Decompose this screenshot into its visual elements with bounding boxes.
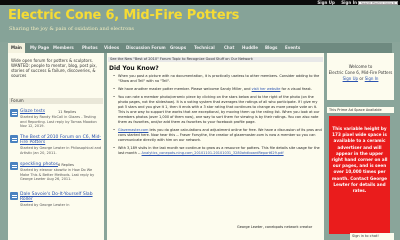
tip-item: With 3,189 visits in the last month we c…: [113, 146, 323, 156]
discussion-icon: [10, 192, 18, 200]
forum-item-replies: 11 Replies: [58, 109, 77, 114]
signature: George Lewter, conebpots network creator: [237, 225, 313, 229]
forum-item[interactable]: speckling photos 6 Replies Started by el…: [10, 162, 102, 187]
welcome-box: Welcome to Electric Cone 6, Mid-Fire Pot…: [327, 53, 394, 100]
forum-item[interactable]: Dale Savoie's Do-It-Yourself Slab Roller…: [10, 192, 102, 217]
tip-item: Glazemaster.com lets you do glaze calcul…: [113, 128, 323, 143]
tip-item: When you post a picture with no document…: [113, 74, 323, 84]
tip-link[interactable]: Analytics_conepots.ning.com_20101101-201…: [142, 151, 284, 155]
welcome-actions: Sign Up or Sign In: [327, 76, 394, 82]
chat-sign-in[interactable]: Sign in to chat!: [350, 233, 394, 240]
sidebar-intro: Wide open forum for potters & sculptors.…: [11, 58, 97, 78]
welcome-or: or: [359, 76, 364, 81]
forum-item[interactable]: Glaze tests 11 Replies Started by Randy …: [10, 109, 102, 134]
tip-text: lets you do glaze calculations and adjus…: [148, 128, 278, 132]
forum-item-title[interactable]: Glaze tests: [20, 109, 45, 114]
left-sidebar: Wide open forum for potters & sculptors.…: [8, 53, 104, 240]
welcome-sign-up-link[interactable]: Sign Up: [343, 76, 358, 81]
tab-blogs[interactable]: Blogs: [265, 45, 277, 51]
forum-item-replies: 6 Replies: [58, 162, 74, 167]
tab-events[interactable]: Events: [285, 45, 300, 51]
forum-item-title[interactable]: speckling photos: [20, 162, 58, 167]
did-you-know-heading: Did You Know?: [109, 65, 159, 72]
discussion-icon: [10, 135, 18, 143]
tip-text: When you post a picture with no document…: [118, 74, 320, 83]
main-nav: Main My Page Members Photos Videos Discu…: [8, 43, 392, 53]
forum-item-byline: Started by George Lewter in Philosophica…: [20, 146, 102, 155]
forum-item[interactable]: The Best of 2010 Forum on C6, Mid-Fire P…: [10, 135, 102, 160]
tab-videos[interactable]: Videos: [104, 45, 119, 51]
forum-item-title[interactable]: Dale Savoie's Do-It-Yourself Slab Roller: [20, 192, 102, 202]
tab-chat[interactable]: Chat: [224, 45, 234, 51]
ad-space-box[interactable]: This variable height by 173 pixel wide s…: [329, 116, 390, 234]
forum-heading: Forum: [9, 98, 103, 104]
discussion-icon: [10, 109, 18, 117]
tip-text-after: for a visual feast.: [280, 87, 312, 91]
tab-main[interactable]: Main: [8, 43, 25, 53]
welcome-sign-in-link[interactable]: Sign In: [365, 76, 379, 81]
search-input[interactable]: Search Electric Cone 6: [358, 0, 398, 5]
discussion-icon: [10, 162, 18, 170]
tab-my-page[interactable]: My Page: [30, 45, 49, 51]
announcement-banner[interactable]: See the New "Best of 2010" Forum Topic t…: [108, 57, 323, 62]
site-tagline: Sharing the joy & pain of oxidation and …: [9, 26, 135, 32]
ad-space-label: This Prime Ad Space Available: [327, 107, 394, 113]
forum-item-byline: Started by George Lewter in: [20, 203, 70, 207]
tip-link[interactable]: visit her website: [252, 87, 281, 91]
tab-technical[interactable]: Technical: [194, 45, 215, 51]
site-title[interactable]: Electric Cone 6, Mid-Fire Potters: [8, 8, 239, 23]
main-content: See the New "Best of 2010" Forum Topic t…: [107, 53, 324, 240]
forum-item-byline: Started by eleanor skowitz in How Do We …: [20, 168, 95, 181]
tip-text: You can rate a member photo/ceramic piec…: [118, 95, 320, 124]
tip-item: You can rate a member photo/ceramic piec…: [113, 95, 323, 125]
forum-item-title[interactable]: The Best of 2010 Forum on C6, Mid-Fire P…: [20, 135, 102, 145]
tab-discussion-forum[interactable]: Discussion Forum: [126, 45, 166, 51]
site-header: Electric Cone 6, Mid-Fire Potters Sharin…: [0, 5, 400, 42]
tab-groups[interactable]: Groups: [170, 45, 186, 51]
tab-huddle[interactable]: Huddle: [242, 45, 258, 51]
ad-space-text: This variable height by 173 pixel wide s…: [331, 126, 388, 194]
tips-list: When you post a picture with no document…: [113, 74, 323, 159]
tab-photos[interactable]: Photos: [82, 45, 98, 51]
welcome-text: Welcome to Electric Cone 6, Mid-Fire Pot…: [327, 64, 394, 82]
forum-item-byline: Started by Randy McCall in Glazes - Test…: [20, 115, 97, 128]
tip-item: We have another master potter member. Pl…: [113, 87, 323, 92]
tip-text: We have another master potter member. Pl…: [118, 87, 252, 91]
tip-link[interactable]: Glazemaster.com: [118, 128, 148, 132]
right-sidebar: Welcome to Electric Cone 6, Mid-Fire Pot…: [327, 53, 394, 240]
tab-members[interactable]: Members: [53, 45, 74, 51]
